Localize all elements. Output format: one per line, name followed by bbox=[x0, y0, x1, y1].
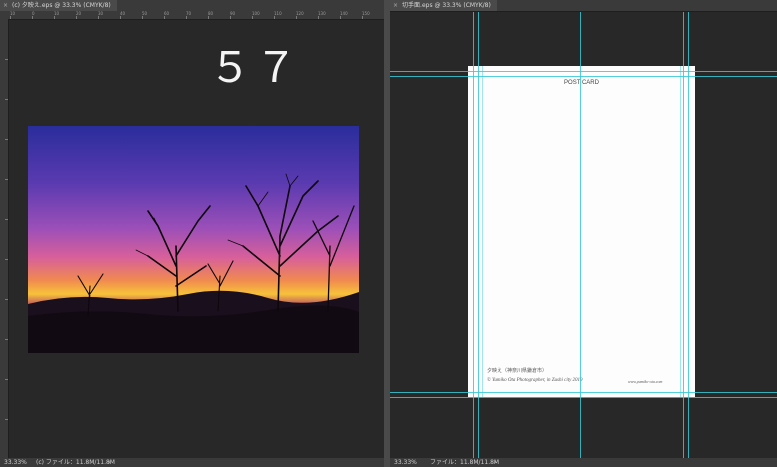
guide-line[interactable] bbox=[390, 71, 777, 72]
photo-caption: 夕映え（神奈川県鎌倉市） bbox=[487, 369, 548, 374]
document-window-left: × (c) 夕映え.eps @ 33.3% (CMYK/8) 10 0 10 20 30 4… bbox=[0, 0, 384, 467]
horizontal-ruler[interactable]: 10 0 10 20 30 40 50 60 70 80 90 100 110 120 130 140 150 bbox=[8, 11, 384, 20]
ruler-tick bbox=[252, 16, 253, 19]
ruler-origin[interactable] bbox=[0, 11, 8, 19]
tab-title: 切手面.eps @ 33.3% (CMYK/8) bbox=[402, 2, 491, 9]
guide-line[interactable] bbox=[390, 76, 777, 77]
ruler-tick bbox=[296, 16, 297, 19]
document-size: ファイル：11.8M/11.8M bbox=[430, 459, 500, 466]
document-window-right: × 切手面.eps @ 33.3% (CMYK/8) POST CARD 夕映え（… bbox=[390, 0, 777, 467]
zoom-level[interactable]: 33.33% bbox=[394, 458, 417, 467]
status-menu-arrow-icon[interactable]: › bbox=[494, 458, 496, 467]
document-canvas[interactable]: POST CARD 夕映え（神奈川県鎌倉市） © Yumiko Ota Phot… bbox=[390, 12, 777, 458]
zoom-level[interactable]: 33.33% bbox=[4, 458, 27, 467]
ruler-tick bbox=[362, 16, 363, 19]
website-url: www.yumiko-ota.com bbox=[628, 379, 663, 384]
document-tab-yubae[interactable]: × (c) 夕映え.eps @ 33.3% (CMYK/8) bbox=[0, 0, 117, 11]
status-bar: 33.33% (c) ファイル：11.8M/11.8M › bbox=[0, 458, 384, 467]
ruler-tick-label: 110 bbox=[274, 11, 282, 16]
tab-bar: × 切手面.eps @ 33.3% (CMYK/8) bbox=[390, 0, 777, 12]
ruler-tick bbox=[186, 16, 187, 19]
status-bar: 33.33% ファイル：11.8M/11.8M › bbox=[390, 458, 777, 467]
ruler-tick bbox=[10, 16, 11, 19]
ruler-tick bbox=[76, 16, 77, 19]
close-tab-icon[interactable]: × bbox=[393, 2, 398, 9]
ruler-tick-label: 130 bbox=[318, 11, 326, 16]
ruler-tick-label: 100 bbox=[252, 11, 260, 16]
sunset-photo bbox=[28, 126, 359, 353]
postcard-title: POST CARD bbox=[564, 80, 599, 86]
ruler-tick-label: 120 bbox=[296, 11, 304, 16]
guide-line[interactable] bbox=[390, 397, 777, 398]
vertical-ruler[interactable] bbox=[0, 19, 9, 458]
ruler-tick bbox=[274, 16, 275, 19]
ruler-tick bbox=[318, 16, 319, 19]
document-tab-kittemen[interactable]: × 切手面.eps @ 33.3% (CMYK/8) bbox=[390, 0, 497, 11]
ruler-tick bbox=[340, 16, 341, 19]
overlay-number: ５７ bbox=[209, 43, 302, 92]
ruler-tick bbox=[98, 16, 99, 19]
postcard-back: POST CARD 夕映え（神奈川県鎌倉市） © Yumiko Ota Phot… bbox=[468, 66, 695, 397]
tab-title: (c) 夕映え.eps @ 33.3% (CMYK/8) bbox=[12, 2, 111, 9]
photo-credit: © Yumiko Ota Photographer, in Zushi city… bbox=[487, 378, 583, 383]
ruler-tick bbox=[164, 16, 165, 19]
ruler-tick bbox=[120, 16, 121, 19]
ruler-tick bbox=[208, 16, 209, 19]
status-menu-arrow-icon[interactable]: › bbox=[108, 458, 110, 467]
guide-line[interactable] bbox=[390, 392, 777, 393]
document-canvas[interactable]: ５７ bbox=[9, 20, 384, 458]
ruler-tick bbox=[54, 16, 55, 19]
close-tab-icon[interactable]: × bbox=[3, 2, 8, 9]
ruler-tick bbox=[230, 16, 231, 19]
ruler-tick-label: 140 bbox=[340, 11, 348, 16]
ruler-tick bbox=[32, 16, 33, 19]
document-size: (c) ファイル：11.8M/11.8M bbox=[36, 459, 115, 466]
ruler-tick-label: 150 bbox=[362, 11, 370, 16]
ruler-tick bbox=[142, 16, 143, 19]
